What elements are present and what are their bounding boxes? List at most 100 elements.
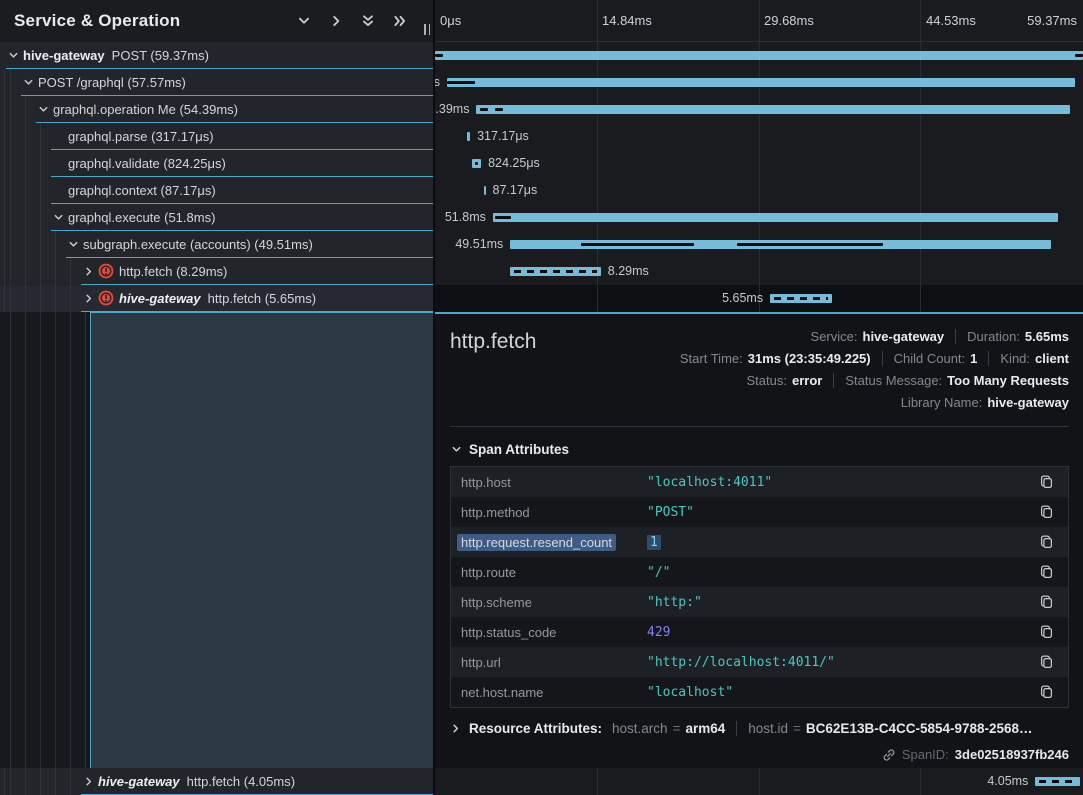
duration-label: 824.25μs xyxy=(488,156,540,170)
span-bar[interactable] xyxy=(1035,777,1079,786)
span-row-content: hive-gatewayhttp.fetch (5.65ms) xyxy=(81,285,433,312)
attribute-key-text: http.status_code xyxy=(461,625,556,640)
timeline-row[interactable]: 317.17μs xyxy=(435,123,1083,150)
resource-key: host.id xyxy=(748,721,788,736)
duration-label: 51.8ms xyxy=(445,210,486,224)
span-tree-row[interactable]: hive-gatewayPOST (59.37ms) xyxy=(0,42,433,69)
timeline-row[interactable]: 4.05ms xyxy=(435,768,1083,795)
span-tree-row[interactable]: graphql.validate (824.25μs) xyxy=(0,150,433,177)
span-tree-row[interactable]: hive-gatewayhttp.fetch (4.05ms) xyxy=(0,768,433,795)
detail-meta-line: Library Name:hive-gateway xyxy=(901,391,1069,413)
timeline-row[interactable]: 49.51ms xyxy=(435,231,1083,258)
timeline-row[interactable]: 5.65ms xyxy=(435,285,1083,312)
span-tree-row[interactable]: hive-gatewayhttp.fetch (5.65ms) xyxy=(0,285,433,312)
span-id-label: SpanID: xyxy=(902,747,949,762)
attribute-value-text: "http:" xyxy=(647,595,702,610)
indent-guides xyxy=(0,177,51,204)
resource-attributes-row[interactable]: Resource Attributes: host.arch=arm64host… xyxy=(450,721,1069,736)
span-tree-row[interactable]: graphql.parse (317.17μs) xyxy=(0,123,433,150)
indent-guides xyxy=(0,69,21,96)
span-bar[interactable] xyxy=(493,213,1058,222)
attribute-key: http.request.resend_count xyxy=(461,535,647,550)
attribute-value-text: 1 xyxy=(647,535,661,550)
indent-guides xyxy=(0,96,36,123)
collapse-one-icon[interactable] xyxy=(297,14,311,28)
detail-divider xyxy=(450,426,1069,427)
timeline-row[interactable]: 54.39ms xyxy=(435,96,1083,123)
span-attributes-header[interactable]: Span Attributes xyxy=(451,442,1069,457)
expand-one-icon[interactable] xyxy=(329,14,343,28)
span-tree-row[interactable]: subgraph.execute (accounts) (49.51ms) xyxy=(0,231,433,258)
timeline-row[interactable]: 8.29ms xyxy=(435,258,1083,285)
span-bar[interactable] xyxy=(510,240,1050,249)
attribute-value: 1 xyxy=(647,535,1039,550)
copy-icon[interactable] xyxy=(1039,594,1054,610)
timeline-row[interactable]: 824.25μs xyxy=(435,150,1083,177)
chevron-down-icon[interactable] xyxy=(38,104,49,115)
copy-icon[interactable] xyxy=(1039,534,1054,550)
indent-guides xyxy=(0,204,51,231)
meta-divider xyxy=(955,329,956,344)
copy-icon[interactable] xyxy=(1039,504,1054,520)
panel-resize-handle[interactable] xyxy=(424,24,430,35)
span-row-content: hive-gatewayhttp.fetch (4.05ms) xyxy=(81,768,433,795)
span-tree-row[interactable]: graphql.execute (51.8ms) xyxy=(0,204,433,231)
attribute-value: 429 xyxy=(647,625,1039,640)
attribute-key: http.status_code xyxy=(461,625,647,640)
span-bar[interactable] xyxy=(510,267,600,276)
collapse-all-icon[interactable] xyxy=(361,14,375,28)
indent-guides xyxy=(0,231,66,258)
timeline-row[interactable]: 57.57ms xyxy=(435,69,1083,96)
attribute-value: "localhost" xyxy=(647,685,1039,700)
meta-divider xyxy=(988,351,989,366)
span-bar[interactable] xyxy=(770,294,832,303)
meta-value: hive-gateway xyxy=(863,329,945,344)
axis-tick-label: 0μs xyxy=(440,13,461,28)
attribute-value-text: "POST" xyxy=(647,505,694,520)
span-bar[interactable] xyxy=(472,159,481,168)
span-tree-row[interactable]: graphql.context (87.17μs) xyxy=(0,177,433,204)
resource-attributes-label: Resource Attributes: xyxy=(469,721,602,736)
copy-icon[interactable] xyxy=(1039,624,1054,640)
attribute-value-text: "http://localhost:4011/" xyxy=(647,655,835,670)
chevron-down-icon[interactable] xyxy=(68,239,79,250)
expand-all-icon[interactable] xyxy=(393,14,407,28)
meta-divider xyxy=(833,373,834,388)
span-tree-row[interactable]: POST /graphql (57.57ms) xyxy=(0,69,433,96)
attribute-key: net.host.name xyxy=(461,685,647,700)
equals-sign: = xyxy=(793,721,801,736)
chevron-down-icon[interactable] xyxy=(53,212,64,223)
chevron-down-icon[interactable] xyxy=(8,50,19,61)
span-name-label: POST /graphql (57.57ms) xyxy=(38,75,186,90)
link-icon[interactable] xyxy=(882,748,896,762)
span-bar[interactable] xyxy=(484,186,486,195)
span-bar[interactable] xyxy=(435,51,1083,60)
copy-icon[interactable] xyxy=(1039,654,1054,670)
timeline-panel: 0μs14.84ms29.68ms44.53ms59.37ms 57.57ms5… xyxy=(435,0,1083,795)
chevron-right-icon[interactable] xyxy=(83,293,94,304)
attribute-value-text: 429 xyxy=(647,625,670,640)
span-tree-row[interactable]: http.fetch (8.29ms) xyxy=(0,258,433,285)
span-tree-row[interactable]: graphql.operation Me (54.39ms) xyxy=(0,96,433,123)
chevron-right-icon[interactable] xyxy=(83,266,94,277)
timeline-row[interactable] xyxy=(435,42,1083,69)
resource-key: host.arch xyxy=(612,721,668,736)
attribute-row: http.route"/" xyxy=(451,557,1068,587)
attribute-row: http.url"http://localhost:4011/" xyxy=(451,647,1068,677)
chevron-down-icon[interactable] xyxy=(23,77,34,88)
span-bar[interactable] xyxy=(476,105,1070,114)
copy-icon[interactable] xyxy=(1039,564,1054,580)
span-bar[interactable] xyxy=(447,78,1075,87)
timeline-row[interactable]: 51.8ms xyxy=(435,204,1083,231)
copy-icon[interactable] xyxy=(1039,684,1054,700)
self-time-mark xyxy=(447,81,475,84)
span-bar[interactable] xyxy=(467,132,470,141)
tree-header: Service & Operation xyxy=(0,0,433,42)
span-tree-rows: hive-gatewayPOST (59.37ms) POST /graphql … xyxy=(0,42,433,312)
chevron-right-icon[interactable] xyxy=(83,776,94,787)
duration-label: 8.29ms xyxy=(608,264,649,278)
timeline-row[interactable]: 87.17μs xyxy=(435,177,1083,204)
indent-guides xyxy=(0,150,51,177)
service-name: hive-gateway xyxy=(23,48,105,63)
copy-icon[interactable] xyxy=(1039,474,1054,490)
